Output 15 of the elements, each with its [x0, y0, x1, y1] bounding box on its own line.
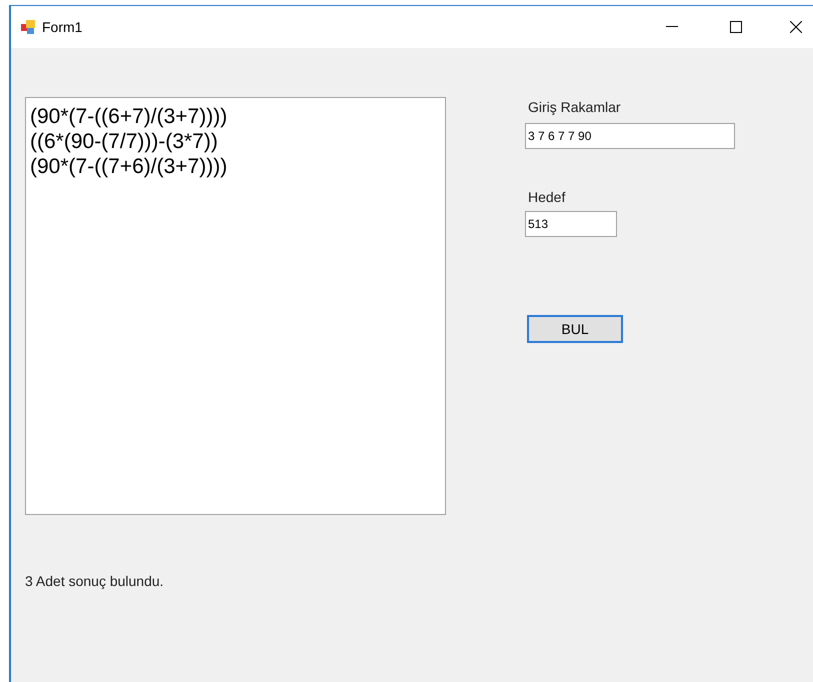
- minimize-icon: [666, 26, 678, 28]
- find-button[interactable]: BUL: [527, 315, 623, 343]
- result-item[interactable]: (90*(7-((7+6)/(3+7)))): [30, 154, 445, 179]
- close-icon: [790, 21, 802, 33]
- status-text: 3 Adet sonuç bulundu.: [25, 572, 165, 591]
- app-icon: [20, 19, 36, 35]
- maximize-icon: [730, 21, 742, 33]
- input-field[interactable]: 3 7 6 7 7 90: [525, 123, 735, 149]
- target-field[interactable]: 513: [525, 211, 617, 237]
- result-item[interactable]: ((6*(90-(7/7)))-(3*7)): [30, 129, 445, 154]
- target-label: Hedef: [528, 188, 566, 207]
- results-list[interactable]: (90*(7-((6+7)/(3+7)))) ((6*(90-(7/7)))-(3*7)) (90*(7-((7+6)/(3+7)))): [25, 97, 446, 515]
- window-title: Form1: [42, 18, 82, 36]
- input-label: Giriş Rakamlar: [528, 98, 622, 117]
- result-item[interactable]: (90*(7-((6+7)/(3+7)))): [30, 104, 445, 129]
